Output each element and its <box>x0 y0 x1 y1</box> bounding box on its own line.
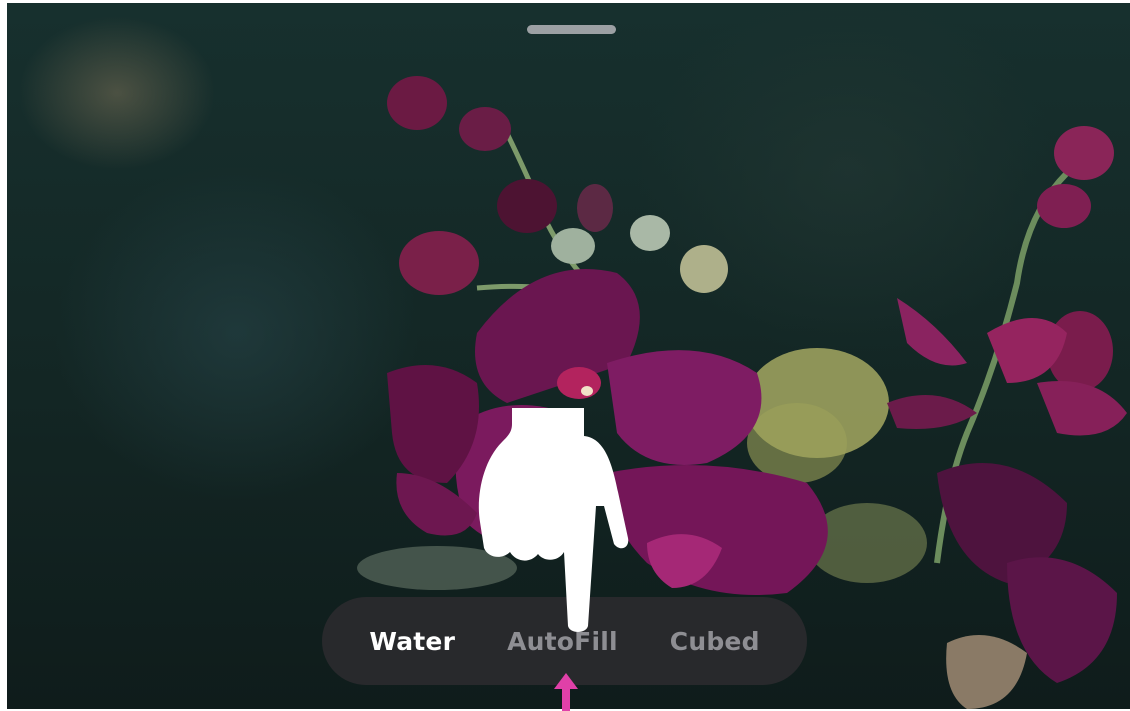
sheet-grabber-handle[interactable] <box>527 25 616 34</box>
mode-cubed[interactable]: Cubed <box>670 627 760 656</box>
mode-water[interactable]: Water <box>369 627 455 656</box>
arrow-up-icon <box>554 673 578 711</box>
pointing-hand-icon <box>478 408 629 632</box>
